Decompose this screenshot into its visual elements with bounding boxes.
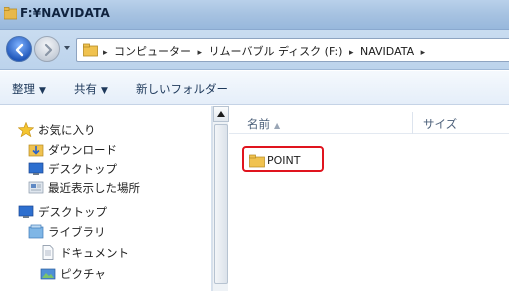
command-bar: 整理 ▼ 共有 ▼ 新しいフォルダー <box>0 71 509 105</box>
column-divider[interactable] <box>412 112 413 134</box>
document-icon <box>42 245 54 260</box>
chevron-down-icon: ▼ <box>39 86 46 96</box>
column-size-label: サイズ <box>423 117 458 131</box>
nav-label: ダウンロード <box>48 143 117 157</box>
breadcrumb-navidata[interactable]: NAVIDATA <box>360 45 414 58</box>
new-folder-button[interactable]: 新しいフォルダー <box>136 81 228 97</box>
file-name: POINT <box>267 154 301 167</box>
recent-pages-dropdown-icon[interactable] <box>63 44 71 52</box>
pictures-icon <box>40 268 56 280</box>
breadcrumb-computer[interactable]: コンピューター <box>114 45 191 58</box>
chevron-down-icon: ▼ <box>101 86 108 96</box>
breadcrumb-removable-disk[interactable]: リムーバブル ディスク (F:) <box>209 45 343 58</box>
arrow-left-icon <box>15 43 24 57</box>
folder-icon <box>4 7 17 20</box>
forward-button[interactable] <box>34 36 60 62</box>
column-size[interactable]: サイズ <box>423 116 457 132</box>
navigation-bar: ▸ コンピューター ▸ リムーバブル ディスク (F:) ▸ NAVIDATA … <box>0 30 509 70</box>
scroll-up-button[interactable] <box>213 106 229 122</box>
sort-ascending-icon: ▲ <box>274 121 281 130</box>
nav-label: ドキュメント <box>60 246 129 260</box>
nav-label: デスクトップ <box>38 205 107 219</box>
breadcrumb-separator-icon[interactable]: ▸ <box>103 48 108 58</box>
star-icon <box>18 122 34 137</box>
file-list: 名前 ▲ サイズ POINT <box>229 106 509 291</box>
nav-label: 最近表示した場所 <box>48 181 140 195</box>
breadcrumb: ▸ コンピューター ▸ リムーバブル ディスク (F:) ▸ NAVIDATA … <box>103 43 428 59</box>
window-title: F:¥NAVIDATA <box>20 6 111 20</box>
downloads-folder-icon <box>28 144 44 157</box>
library-icon <box>28 224 44 239</box>
breadcrumb-separator-icon[interactable]: ▸ <box>198 48 203 58</box>
recent-places-icon <box>28 181 44 194</box>
breadcrumb-separator-icon[interactable]: ▸ <box>349 48 354 58</box>
share-label: 共有 <box>74 82 97 96</box>
nav-label: お気に入り <box>38 123 96 137</box>
list-item[interactable]: POINT <box>243 152 363 170</box>
back-button[interactable] <box>6 36 32 62</box>
new-folder-label: 新しいフォルダー <box>136 82 228 96</box>
title-bar: F:¥NAVIDATA <box>0 0 509 30</box>
share-button[interactable]: 共有 ▼ <box>74 81 108 97</box>
folder-icon <box>249 154 265 168</box>
column-name[interactable]: 名前 ▲ <box>247 116 280 132</box>
navigation-pane: お気に入り ダウンロード デスクトップ 最近表示した場所 デスクトップ ライブラ… <box>0 106 212 291</box>
navigation-scrollbar[interactable] <box>212 106 229 291</box>
desktop-icon <box>18 205 34 218</box>
breadcrumb-separator-icon[interactable]: ▸ <box>421 48 426 58</box>
nav-label: デスクトップ <box>48 162 117 176</box>
scroll-thumb[interactable] <box>214 124 228 284</box>
column-name-label: 名前 <box>247 117 270 131</box>
nav-label: ピクチャ <box>60 267 106 281</box>
address-bar[interactable]: ▸ コンピューター ▸ リムーバブル ディスク (F:) ▸ NAVIDATA … <box>76 38 509 62</box>
organize-label: 整理 <box>12 82 35 96</box>
folder-icon <box>83 43 98 57</box>
column-header: 名前 ▲ サイズ <box>229 112 509 134</box>
desktop-icon <box>28 162 44 175</box>
organize-button[interactable]: 整理 ▼ <box>12 81 46 97</box>
arrow-right-icon <box>44 43 53 57</box>
triangle-up-icon <box>217 111 225 117</box>
nav-label: ライブラリ <box>48 225 106 239</box>
